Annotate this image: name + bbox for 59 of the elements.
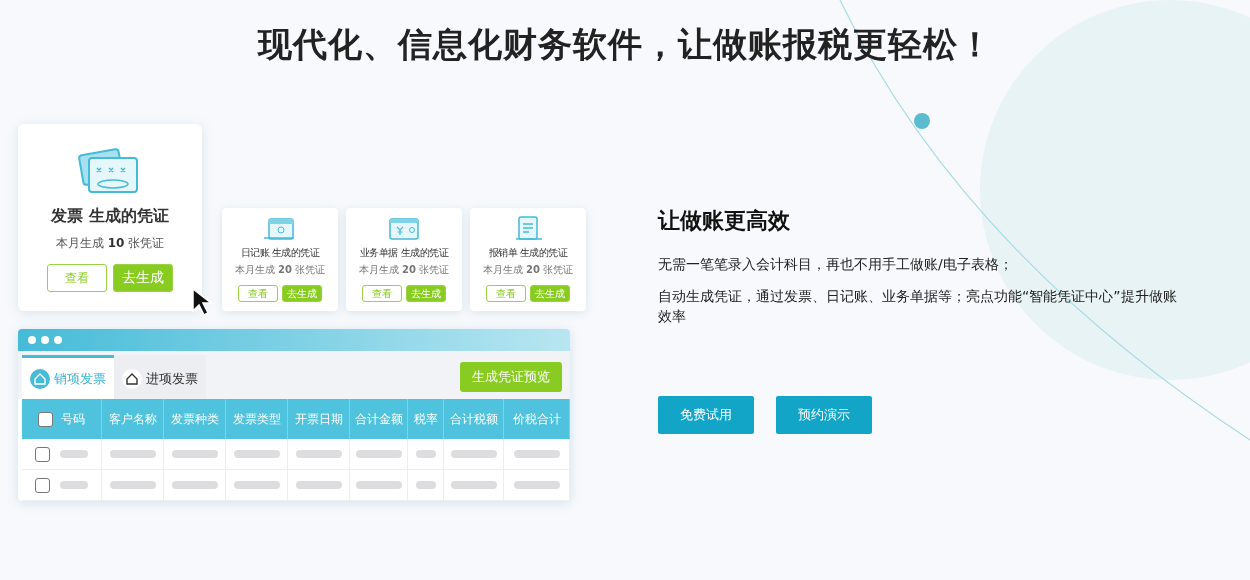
placeholder-bar (513, 450, 560, 458)
placeholder-bar (109, 450, 156, 458)
invoice-tab[interactable]: 销项发票 (22, 355, 114, 399)
cta-button[interactable]: 免费试用 (658, 396, 754, 434)
card-count: 本月生成 20 张凭证 (234, 263, 326, 277)
column-label: 客户名称 (108, 410, 157, 428)
feature-heading: 让做账更高效 (658, 207, 791, 235)
column-label: 发票类型 (232, 410, 281, 428)
card-count: 本月生成 10 张凭证 (55, 235, 165, 252)
generate-button[interactable]: 去生成 (406, 285, 446, 302)
column-label: 号码 (61, 410, 85, 428)
placeholder-bar (109, 481, 156, 489)
checkbox[interactable] (38, 411, 53, 427)
placeholder-bar (233, 481, 280, 489)
feature-text: 自动生成凭证，通过发票、日记账、业务单据等；亮点功能“智能凭证中心”提升做账效率 (658, 287, 1178, 326)
card-title: 日记账 生成的凭证 (240, 246, 320, 260)
decorative-dot (914, 113, 930, 129)
view-button[interactable]: 查看 (47, 264, 107, 292)
card-title: 发票 生成的凭证 (51, 206, 169, 227)
generate-button[interactable]: 去生成 (530, 285, 570, 302)
preview-button[interactable]: 生成凭证预览 (460, 362, 562, 392)
view-button[interactable]: 查看 (362, 285, 402, 302)
column-label: 合计税额 (449, 410, 498, 428)
placeholder-bar (355, 450, 402, 458)
column-label: 税率 (413, 410, 438, 428)
checkbox[interactable] (35, 477, 50, 493)
feature-text: 无需一笔笔录入会计科目，再也不用手工做账/电子表格； (658, 255, 1014, 274)
placeholder-bar (355, 481, 402, 489)
column-label: 价税合计 (512, 410, 561, 428)
card-count: 本月生成 20 张凭证 (482, 263, 574, 277)
placeholder-bar (415, 450, 436, 458)
checkbox[interactable] (35, 446, 50, 462)
view-button[interactable]: 查看 (238, 285, 278, 302)
placeholder-bar (513, 481, 560, 489)
placeholder-bar (171, 450, 218, 458)
house-icon (122, 368, 142, 389)
view-button[interactable]: 查看 (486, 285, 526, 302)
placeholder-bar (295, 481, 342, 489)
invoice-tab[interactable]: 进项发票 (114, 355, 206, 399)
placeholder-bar (60, 481, 88, 489)
placeholder-bar (171, 481, 218, 489)
card-count: 本月生成 20 张凭证 (358, 263, 450, 277)
page-headline: 现代化、信息化财务软件，让做账报税更轻松！ (257, 23, 993, 66)
placeholder-bar (415, 481, 436, 489)
generate-button[interactable]: 去生成 (282, 285, 322, 302)
wallet-icon (386, 216, 422, 242)
column-label: 开票日期 (294, 410, 343, 428)
placeholder-bar (450, 450, 497, 458)
card-title: 业务单据 生成的凭证 (359, 246, 449, 260)
placeholder-bar (295, 450, 342, 458)
generate-button[interactable]: 去生成 (113, 264, 173, 292)
placeholder-bar (60, 450, 88, 458)
cta-button[interactable]: 预约演示 (776, 396, 872, 434)
placeholder-bar (450, 481, 497, 489)
placeholder-bar (233, 450, 280, 458)
house-icon (30, 368, 50, 389)
card-title: 报销单 生成的凭证 (488, 246, 568, 260)
column-label: 合计金额 (354, 410, 403, 428)
column-label: 发票种类 (170, 410, 219, 428)
